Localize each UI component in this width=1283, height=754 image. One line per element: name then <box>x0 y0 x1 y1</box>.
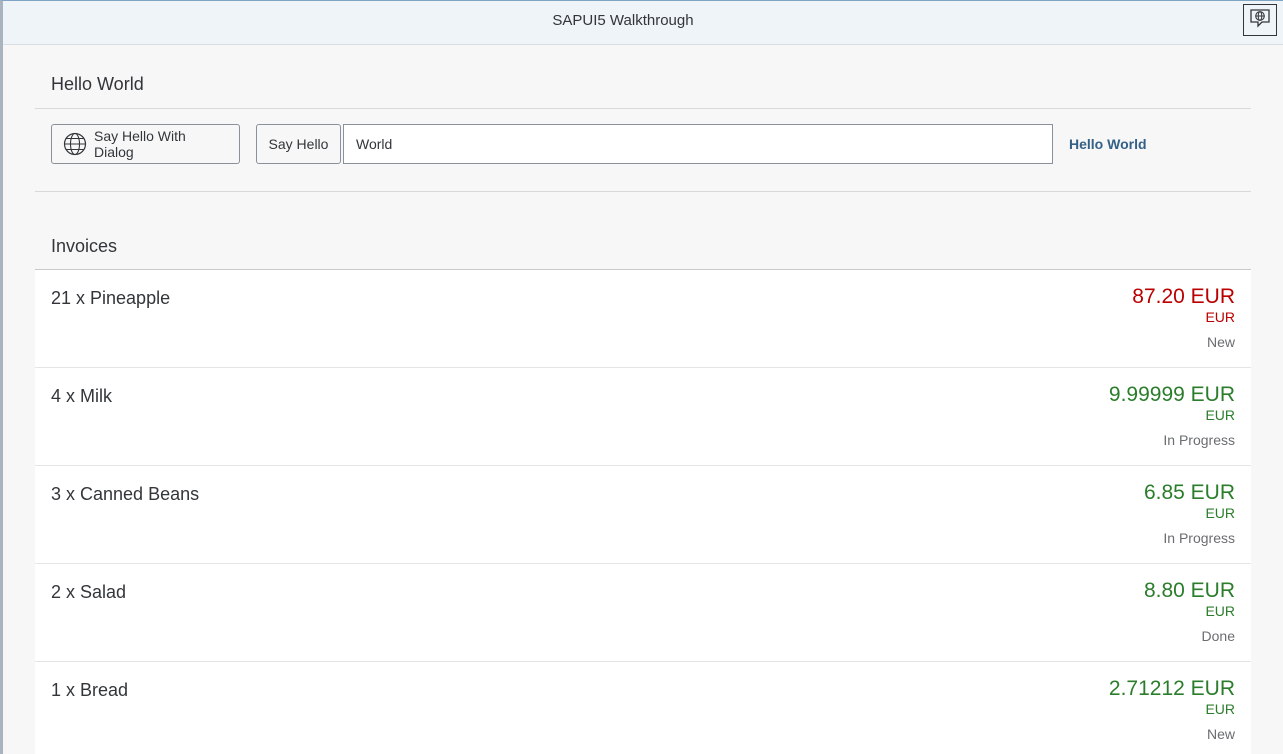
invoice-amount: 8.80 EUR <box>1143 579 1235 602</box>
invoice-unit: EUR <box>1205 505 1235 521</box>
invoice-unit: EUR <box>1205 407 1235 423</box>
invoice-item[interactable]: 3 x Canned Beans 6.85 EUR EUR In Progres… <box>35 466 1251 564</box>
invoice-status: In Progress <box>1163 432 1235 448</box>
invoice-amount: 87.20 EUR <box>1132 285 1235 308</box>
app-root: SAPUI5 Walkthrough Hello World Say Hello… <box>0 0 1283 754</box>
invoice-unit: EUR <box>1205 603 1235 619</box>
hello-panel: Hello World Say Hello With Dialog Say He… <box>35 45 1251 192</box>
say-hello-with-dialog-label: Say Hello With Dialog <box>94 128 186 160</box>
invoice-title: 4 x Milk <box>51 386 113 406</box>
invoice-list: 21 x Pineapple 87.20 EUR EUR New 4 x Mil… <box>35 270 1251 754</box>
invoice-item[interactable]: 2 x Salad 8.80 EUR EUR Done <box>35 564 1251 662</box>
invoice-title: 1 x Bread <box>51 680 129 700</box>
name-input[interactable] <box>343 124 1053 164</box>
say-hello-with-dialog-button[interactable]: Say Hello With Dialog <box>51 124 240 164</box>
invoice-unit: EUR <box>1205 701 1235 717</box>
shell-bar: SAPUI5 Walkthrough <box>3 1 1283 45</box>
globe-help-icon <box>1249 8 1271 33</box>
invoices-title: Invoices <box>51 236 118 256</box>
help-button[interactable] <box>1243 4 1277 36</box>
invoice-amount: 9.99999 EUR <box>1108 383 1235 406</box>
invoice-unit: EUR <box>1205 309 1235 325</box>
app-title: SAPUI5 Walkthrough <box>552 12 694 29</box>
invoice-item[interactable]: 4 x Milk 9.99999 EUR EUR In Progress <box>35 368 1251 466</box>
invoice-status: New <box>1206 726 1235 742</box>
invoice-amount: 2.71212 EUR <box>1108 677 1235 700</box>
globe-icon <box>63 132 87 156</box>
greeting-text: Hello World <box>1069 136 1147 152</box>
hello-panel-title: Hello World <box>51 74 144 94</box>
invoice-status: New <box>1206 334 1235 350</box>
invoice-title: 3 x Canned Beans <box>51 484 200 504</box>
invoice-item[interactable]: 1 x Bread 2.71212 EUR EUR New <box>35 662 1251 754</box>
invoice-title: 2 x Salad <box>51 582 127 602</box>
invoice-amount: 6.85 EUR <box>1143 481 1235 504</box>
say-hello-label: Say Hello <box>268 136 329 152</box>
hello-panel-header: Hello World <box>35 45 1251 109</box>
invoices-header: Invoices <box>35 223 1251 270</box>
invoice-title: 21 x Pineapple <box>51 288 171 308</box>
invoice-item[interactable]: 21 x Pineapple 87.20 EUR EUR New <box>35 270 1251 368</box>
invoice-status: Done <box>1201 628 1235 644</box>
invoice-status: In Progress <box>1163 530 1235 546</box>
say-hello-button[interactable]: Say Hello <box>256 124 341 164</box>
